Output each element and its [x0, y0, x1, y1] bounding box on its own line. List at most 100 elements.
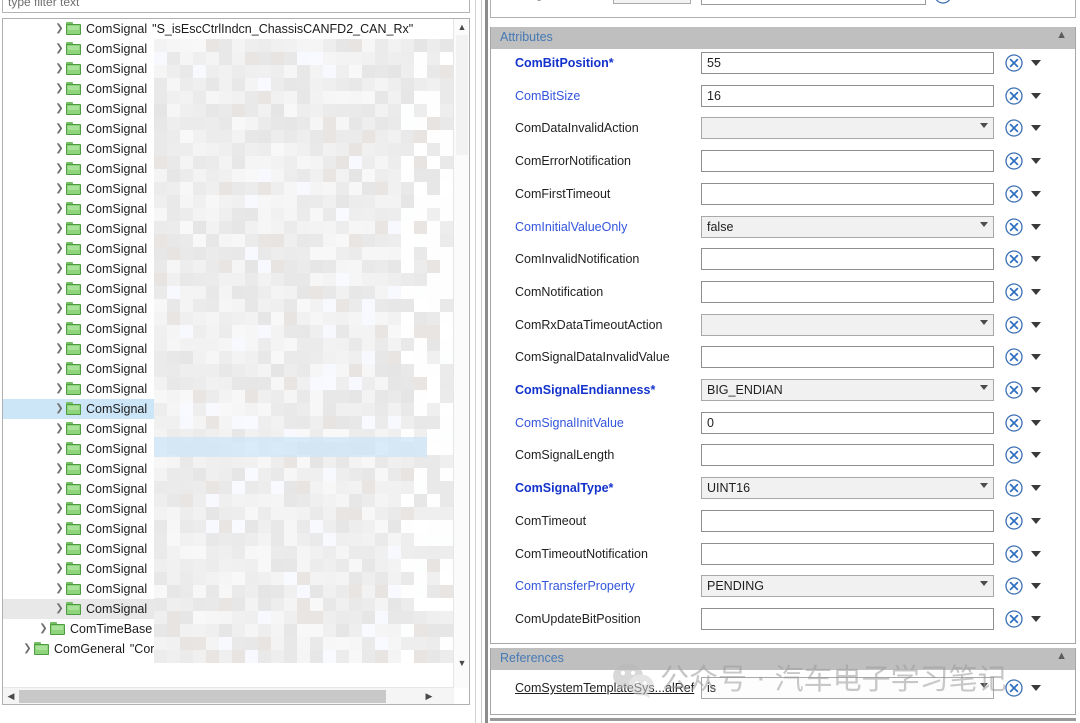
tree-vertical-scroll-thumb[interactable] — [456, 35, 468, 155]
tree-item-comsignal[interactable]: ❯ ComSignal — [3, 139, 454, 159]
tree-horizontal-scrollbar[interactable]: ◀ ▶ — [3, 687, 454, 704]
wrench-circle-icon[interactable] — [1003, 379, 1025, 401]
tree-expand-arrow-icon[interactable]: ❯ — [53, 119, 66, 139]
tree-expand-arrow-icon[interactable]: ❯ — [53, 39, 66, 59]
tree-expand-arrow-icon[interactable]: ❯ — [53, 179, 66, 199]
tree-item-comsignal[interactable]: ❯ ComSignal — [3, 99, 454, 119]
scroll-down-icon[interactable]: ▼ — [454, 655, 469, 671]
attribute-wrench-control[interactable] — [1003, 575, 1063, 597]
chevron-down-icon-attribute-menu[interactable] — [1031, 125, 1041, 132]
tree-expand-arrow-icon[interactable]: ❯ — [53, 399, 66, 419]
attribute-text-input[interactable] — [701, 248, 994, 271]
attribute-wrench-control[interactable] — [1003, 52, 1063, 74]
chevron-down-icon-attribute-menu[interactable] — [1031, 452, 1041, 459]
attribute-text-input[interactable] — [701, 607, 994, 630]
wrench-circle-icon[interactable] — [1003, 543, 1025, 565]
attribute-wrench-control[interactable] — [1003, 510, 1063, 532]
reference-wrench-control[interactable] — [1003, 677, 1063, 699]
tree-item-comsignal[interactable]: ❯ ComSignal — [3, 579, 454, 599]
longname-scope-combo[interactable]: FOR ALL ▼ — [613, 0, 691, 4]
wrench-circle-icon[interactable] — [1003, 575, 1025, 597]
attribute-combo[interactable]: false — [701, 215, 994, 238]
attribute-wrench-control[interactable] — [1003, 412, 1063, 434]
tree-expand-arrow-icon[interactable]: ❯ — [53, 339, 66, 359]
attribute-combo[interactable] — [701, 313, 994, 336]
wrench-circle-icon[interactable] — [1003, 85, 1025, 107]
references-section-header[interactable]: References ▲ — [490, 648, 1076, 670]
chevron-down-icon-attribute-menu[interactable] — [1031, 354, 1041, 361]
tree-expand-arrow-icon[interactable]: ❯ — [37, 619, 50, 639]
attribute-wrench-control[interactable] — [1003, 183, 1063, 205]
wrench-circle-icon[interactable] — [1003, 608, 1025, 630]
attribute-wrench-control[interactable] — [1003, 477, 1063, 499]
tree-expand-arrow-icon[interactable]: ❯ — [53, 259, 66, 279]
attribute-text-input[interactable] — [701, 182, 994, 205]
tree-expand-arrow-icon[interactable]: ❯ — [53, 19, 66, 39]
attribute-wrench-control[interactable] — [1003, 117, 1063, 139]
tree-item-comsignal[interactable]: ❯ ComSignal — [3, 479, 454, 499]
attributes-section-header[interactable]: Attributes ▲ — [490, 27, 1076, 49]
chevron-down-icon-attribute-menu[interactable] — [1031, 256, 1041, 263]
tree-item-comsignal[interactable]: ❯ ComSignal — [3, 399, 454, 419]
reference-value-combo[interactable]: is — [701, 677, 994, 699]
tree-item-comsignal[interactable]: ❯ ComSignal — [3, 59, 454, 79]
tree-expand-arrow-icon[interactable]: ❯ — [53, 199, 66, 219]
attribute-wrench-control[interactable] — [1003, 248, 1063, 270]
tree-item-comsignal[interactable]: ❯ ComSignal — [3, 599, 454, 619]
tree-expand-arrow-icon[interactable]: ❯ — [53, 139, 66, 159]
tree-expand-arrow-icon[interactable]: ❯ — [53, 599, 66, 619]
tree-expand-arrow-icon[interactable]: ❯ — [53, 439, 66, 459]
wrench-circle-icon[interactable] — [1003, 444, 1025, 466]
chevron-down-icon-reference-menu[interactable] — [1031, 685, 1041, 691]
chevron-down-icon-attribute-menu[interactable] — [1031, 550, 1041, 557]
attribute-text-input[interactable] — [701, 150, 994, 173]
wrench-circle-icon[interactable] — [1003, 510, 1025, 532]
attribute-text-input[interactable]: 16 — [701, 84, 994, 107]
tree-expand-arrow-icon[interactable]: ❯ — [53, 239, 66, 259]
chevron-down-icon-attribute-menu[interactable] — [1031, 485, 1041, 492]
tree-item-comsignal[interactable]: ❯ ComSignal — [3, 199, 454, 219]
wrench-circle-icon[interactable] — [1003, 346, 1025, 368]
wrench-circle-icon[interactable] — [1003, 314, 1025, 336]
tree-expand-arrow-icon[interactable]: ❯ — [53, 559, 66, 579]
chevron-down-icon-attribute-menu[interactable] — [1031, 321, 1041, 328]
attribute-wrench-control[interactable] — [1003, 543, 1063, 565]
attribute-wrench-control[interactable] — [1003, 281, 1063, 303]
tree-item-comsignal[interactable]: ❯ ComSignal — [3, 419, 454, 439]
tree-item-comsignal[interactable]: ❯ ComSignal — [3, 519, 454, 539]
wrench-circle-icon[interactable] — [1003, 183, 1025, 205]
chevron-up-double-icon[interactable]: ▲ — [1056, 29, 1067, 41]
scroll-up-icon[interactable]: ▲ — [454, 19, 469, 35]
filter-input[interactable]: type filter text — [2, 0, 470, 13]
tree-expand-arrow-icon[interactable]: ❯ — [53, 539, 66, 559]
wrench-circle-icon[interactable] — [1003, 281, 1025, 303]
chevron-down-icon-attribute-menu[interactable] — [1031, 190, 1041, 197]
wrench-circle-icon[interactable] — [1003, 216, 1025, 238]
tree-item-comsignal[interactable]: ❯ ComSignal — [3, 239, 454, 259]
tree-item-comtimebase[interactable]: ❯ ComTimeBase "ComTimeBase" — [3, 619, 454, 639]
tree-vertical-scrollbar[interactable]: ▲ ▼ — [453, 19, 469, 688]
tree-item-comsignal[interactable]: ❯ ComSignal "S_isEscCtrlIndcn_ChassisCANFD… — [3, 19, 454, 39]
tree-expand-arrow-icon[interactable]: ❯ — [53, 459, 66, 479]
chevron-down-icon-attribute-menu[interactable] — [1031, 583, 1041, 590]
attribute-combo[interactable]: BIG_ENDIAN — [701, 379, 994, 401]
chevron-down-icon-attribute-menu[interactable] — [1031, 419, 1041, 426]
tree-expand-arrow-icon[interactable]: ❯ — [53, 99, 66, 119]
attribute-wrench-control[interactable] — [1003, 608, 1063, 630]
wrench-circle-icon[interactable] — [1003, 412, 1025, 434]
tree-expand-arrow-icon[interactable]: ❯ — [53, 519, 66, 539]
attribute-wrench-control[interactable] — [1003, 444, 1063, 466]
tree-item-comsignal[interactable]: ❯ ComSignal — [3, 319, 454, 339]
tree-expand-arrow-icon[interactable]: ❯ — [53, 359, 66, 379]
attribute-wrench-control[interactable] — [1003, 216, 1063, 238]
tree-expand-arrow-icon[interactable]: ❯ — [53, 319, 66, 339]
chevron-down-icon-attribute-menu[interactable] — [1031, 60, 1041, 66]
tree-expand-arrow-icon[interactable]: ❯ — [53, 579, 66, 599]
attribute-combo[interactable]: UINT16 — [701, 477, 994, 500]
tree-expand-arrow-icon[interactable]: ❯ — [53, 219, 66, 239]
tree-item-comsignal[interactable]: ❯ ComSignal — [3, 179, 454, 199]
tree-item-comsignal[interactable]: ❯ ComSignal — [3, 459, 454, 479]
tree-item-comsignal[interactable]: ❯ ComSignal — [3, 39, 454, 59]
wrench-circle-icon[interactable] — [1003, 117, 1025, 139]
tree-list[interactable]: ❯ ComSignal "S_isEscCtrlIndcn_ChassisCANFD… — [3, 19, 454, 688]
